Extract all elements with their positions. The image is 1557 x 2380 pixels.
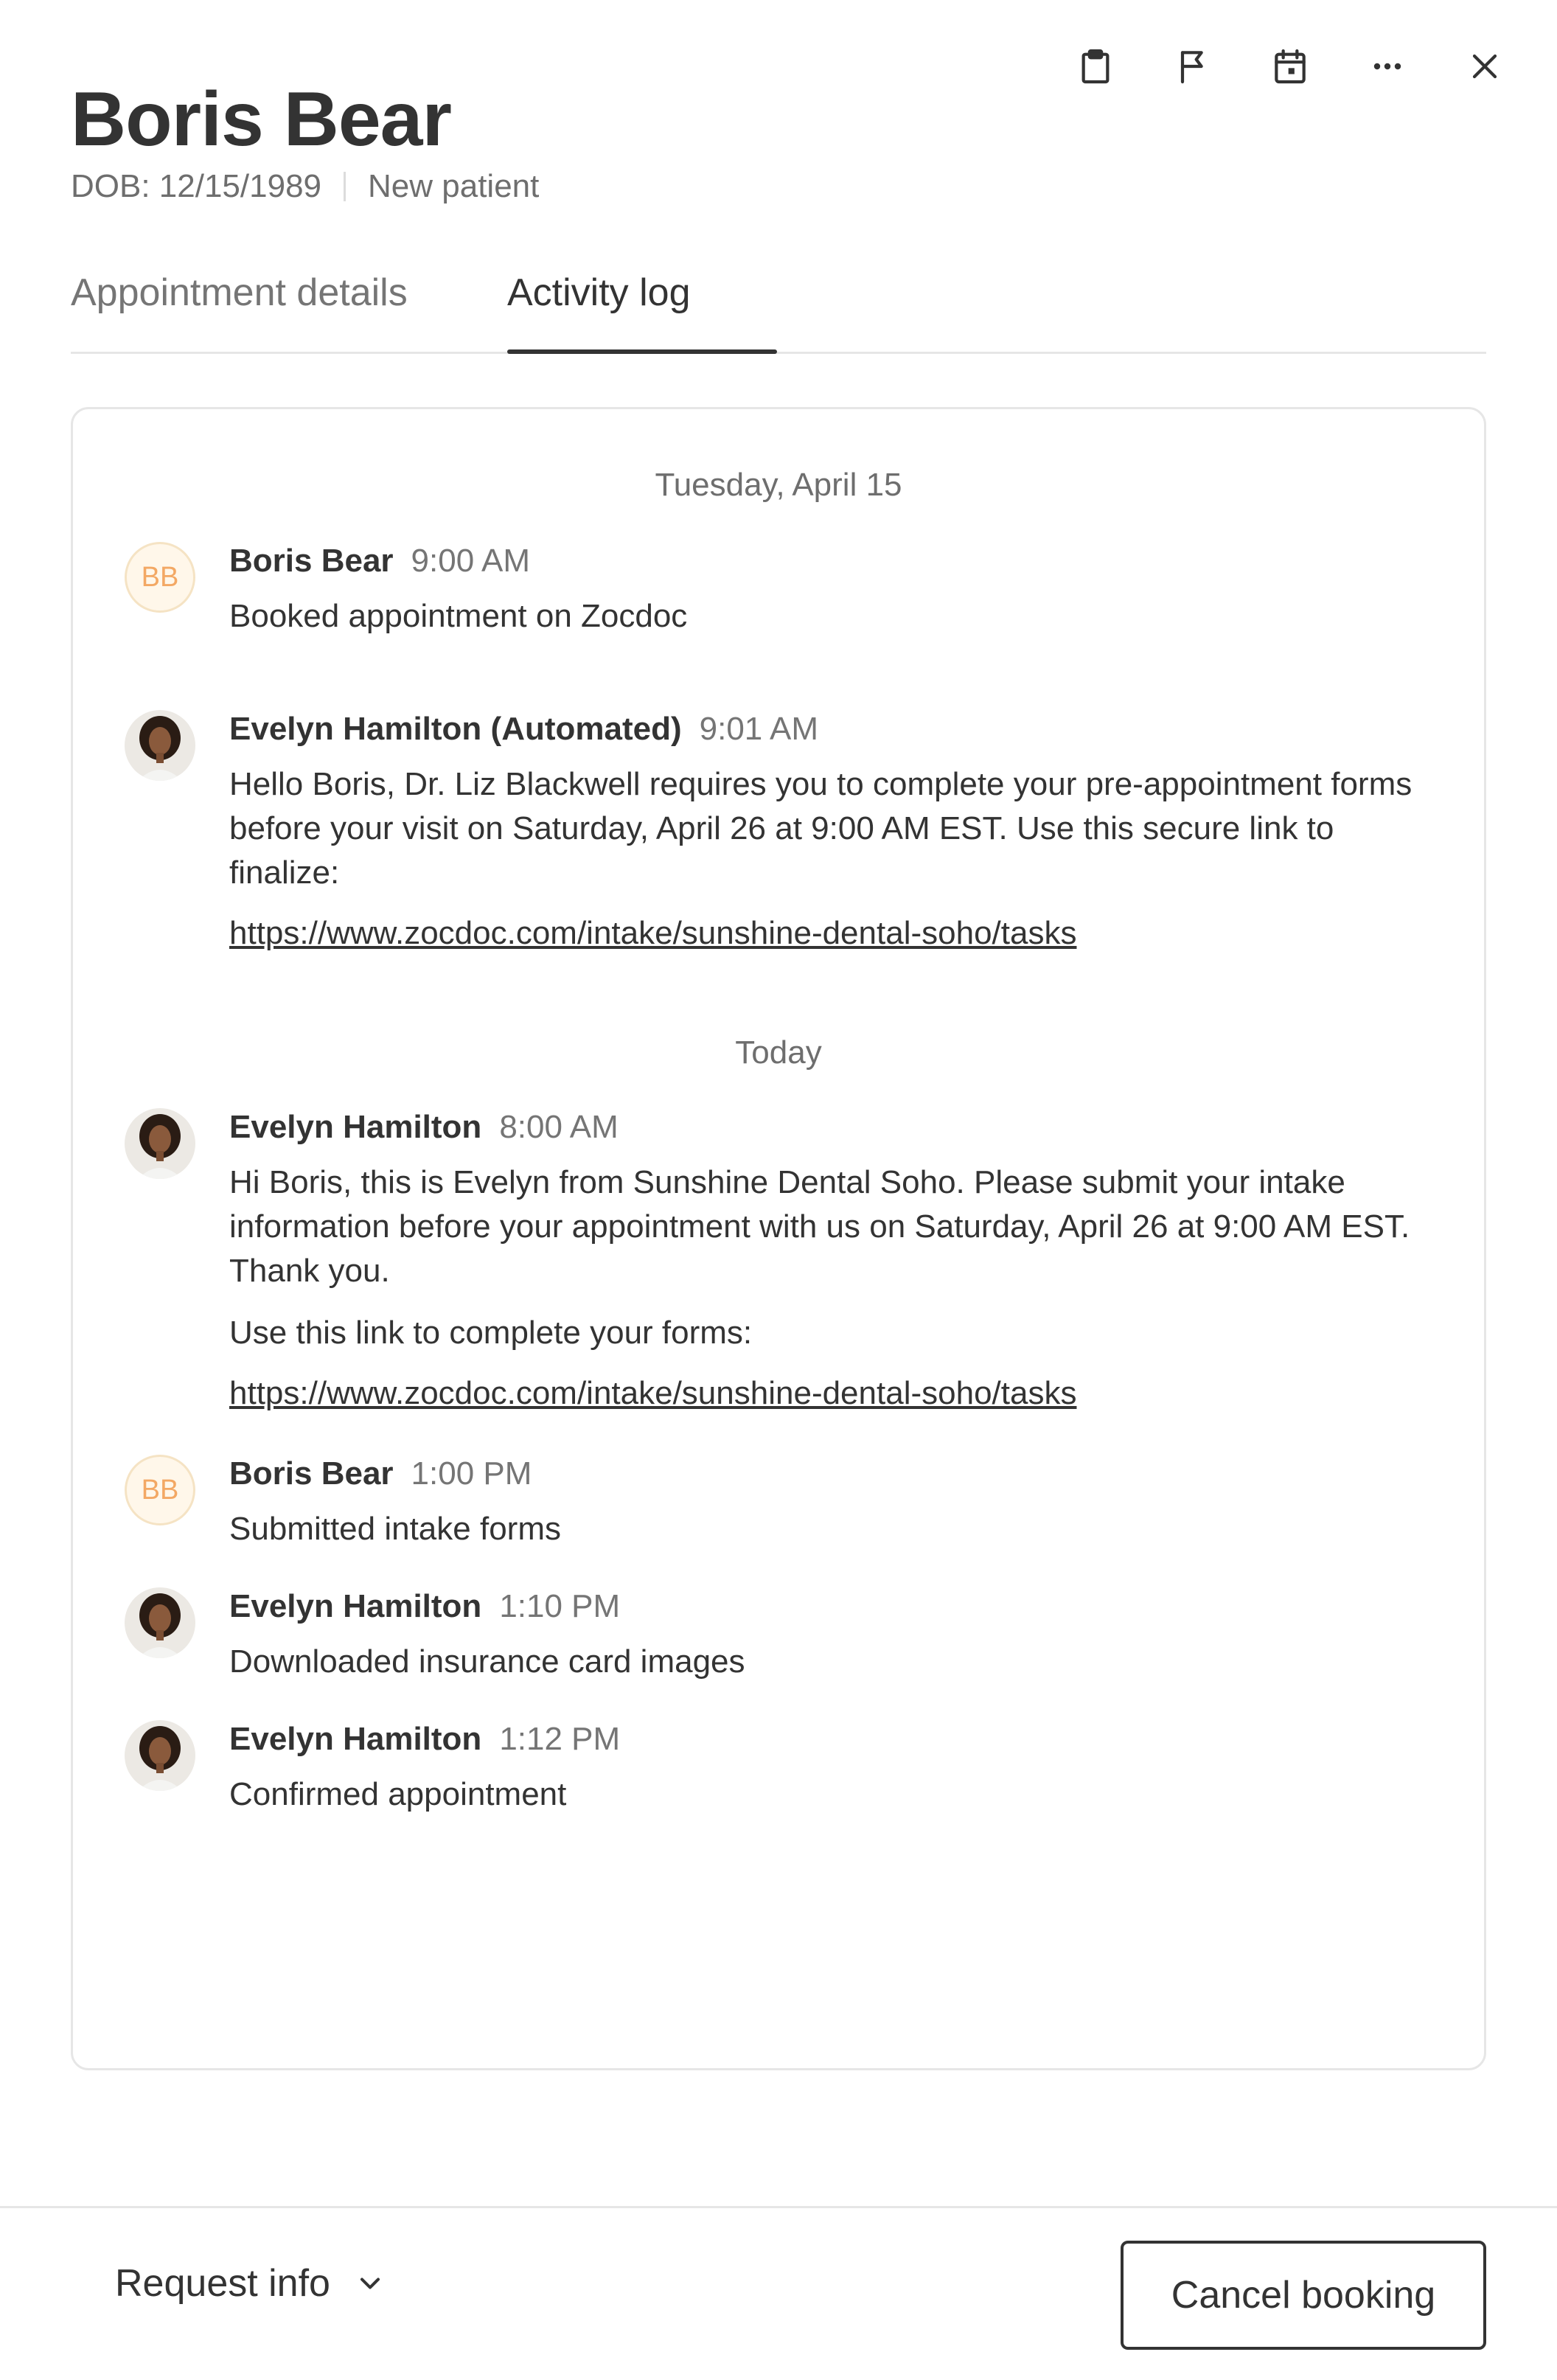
patient-dob: DOB: 12/15/1989 xyxy=(71,168,322,204)
cancel-booking-button[interactable]: Cancel booking xyxy=(1121,2241,1486,2350)
patient-meta: DOB: 12/15/1989 New patient xyxy=(71,168,539,205)
intake-link[interactable]: https://www.zocdoc.com/intake/sunshine-d… xyxy=(229,1371,1432,1416)
entry-text: Downloaded insurance card images xyxy=(229,1643,745,1680)
header-toolbar xyxy=(1066,43,1514,90)
request-info-label: Request info xyxy=(115,2262,330,2305)
entry-author: Evelyn Hamilton xyxy=(229,1109,482,1145)
avatar: BB xyxy=(125,542,195,613)
avatar-photo-icon xyxy=(125,1720,195,1791)
more-icon xyxy=(1373,63,1401,70)
avatar-photo-icon xyxy=(125,710,195,781)
clipboard-button[interactable] xyxy=(1066,43,1125,90)
entry-author: Evelyn Hamilton (Automated) xyxy=(229,711,682,747)
flag-button[interactable] xyxy=(1163,43,1222,90)
entry-time: 1:00 PM xyxy=(411,1455,532,1492)
tab-activity-log[interactable]: Activity log xyxy=(507,270,691,316)
clipboard-icon xyxy=(1081,49,1110,84)
calendar-button[interactable] xyxy=(1261,43,1320,90)
avatar xyxy=(125,1587,195,1658)
avatar-photo-icon xyxy=(125,1587,195,1658)
entry-text: Confirmed appointment xyxy=(229,1775,567,1812)
meta-divider xyxy=(344,172,346,201)
entry-author: Evelyn Hamilton xyxy=(229,1721,482,1757)
chevron-down-icon xyxy=(360,2278,380,2289)
tab-appointment-details[interactable]: Appointment details xyxy=(71,270,408,316)
entry-time: 9:00 AM xyxy=(411,543,530,579)
tab-bar: Appointment details Activity log xyxy=(71,265,1486,354)
avatar xyxy=(125,1108,195,1179)
more-options-button[interactable] xyxy=(1358,43,1417,90)
entry-time: 9:01 AM xyxy=(699,711,819,747)
intake-link[interactable]: https://www.zocdoc.com/intake/sunshine-d… xyxy=(229,911,1432,956)
request-info-dropdown[interactable]: Request info xyxy=(115,2261,386,2306)
avatar xyxy=(125,1720,195,1791)
entry-time: 8:00 AM xyxy=(499,1109,619,1145)
entry-author: Evelyn Hamilton xyxy=(229,1588,482,1624)
activity-log-panel[interactable]: Tuesday, April 15 BB Boris Bear 9:00 AM B… xyxy=(71,407,1486,2070)
entry-time: 1:12 PM xyxy=(499,1721,621,1757)
calendar-icon xyxy=(1275,49,1306,84)
entry-text: Submitted intake forms xyxy=(229,1510,561,1547)
entry-author: Boris Bear xyxy=(229,543,394,579)
active-tab-indicator xyxy=(507,349,777,354)
entry-author: Boris Bear xyxy=(229,1455,394,1492)
avatar: BB xyxy=(125,1455,195,1525)
patient-name: Boris Bear xyxy=(71,77,452,162)
flag-icon xyxy=(1180,51,1203,84)
avatar-photo-icon xyxy=(125,1108,195,1179)
entry-text-secondary: Use this link to complete your forms: xyxy=(229,1314,753,1351)
entry-text: Hello Boris, Dr. Liz Blackwell requires … xyxy=(229,765,1413,891)
entry-time: 1:10 PM xyxy=(499,1588,621,1624)
close-button[interactable] xyxy=(1455,43,1514,90)
entry-text: Booked appointment on Zocdoc xyxy=(229,597,688,634)
entry-text: Hi Boris, this is Evelyn from Sunshine D… xyxy=(229,1163,1410,1289)
close-icon xyxy=(1472,54,1497,79)
patient-status: New patient xyxy=(368,168,540,204)
date-separator: Today xyxy=(735,1034,822,1071)
avatar xyxy=(125,710,195,781)
footer-bar: Request info Cancel booking xyxy=(0,2206,1557,2380)
date-separator: Tuesday, April 15 xyxy=(655,467,902,503)
